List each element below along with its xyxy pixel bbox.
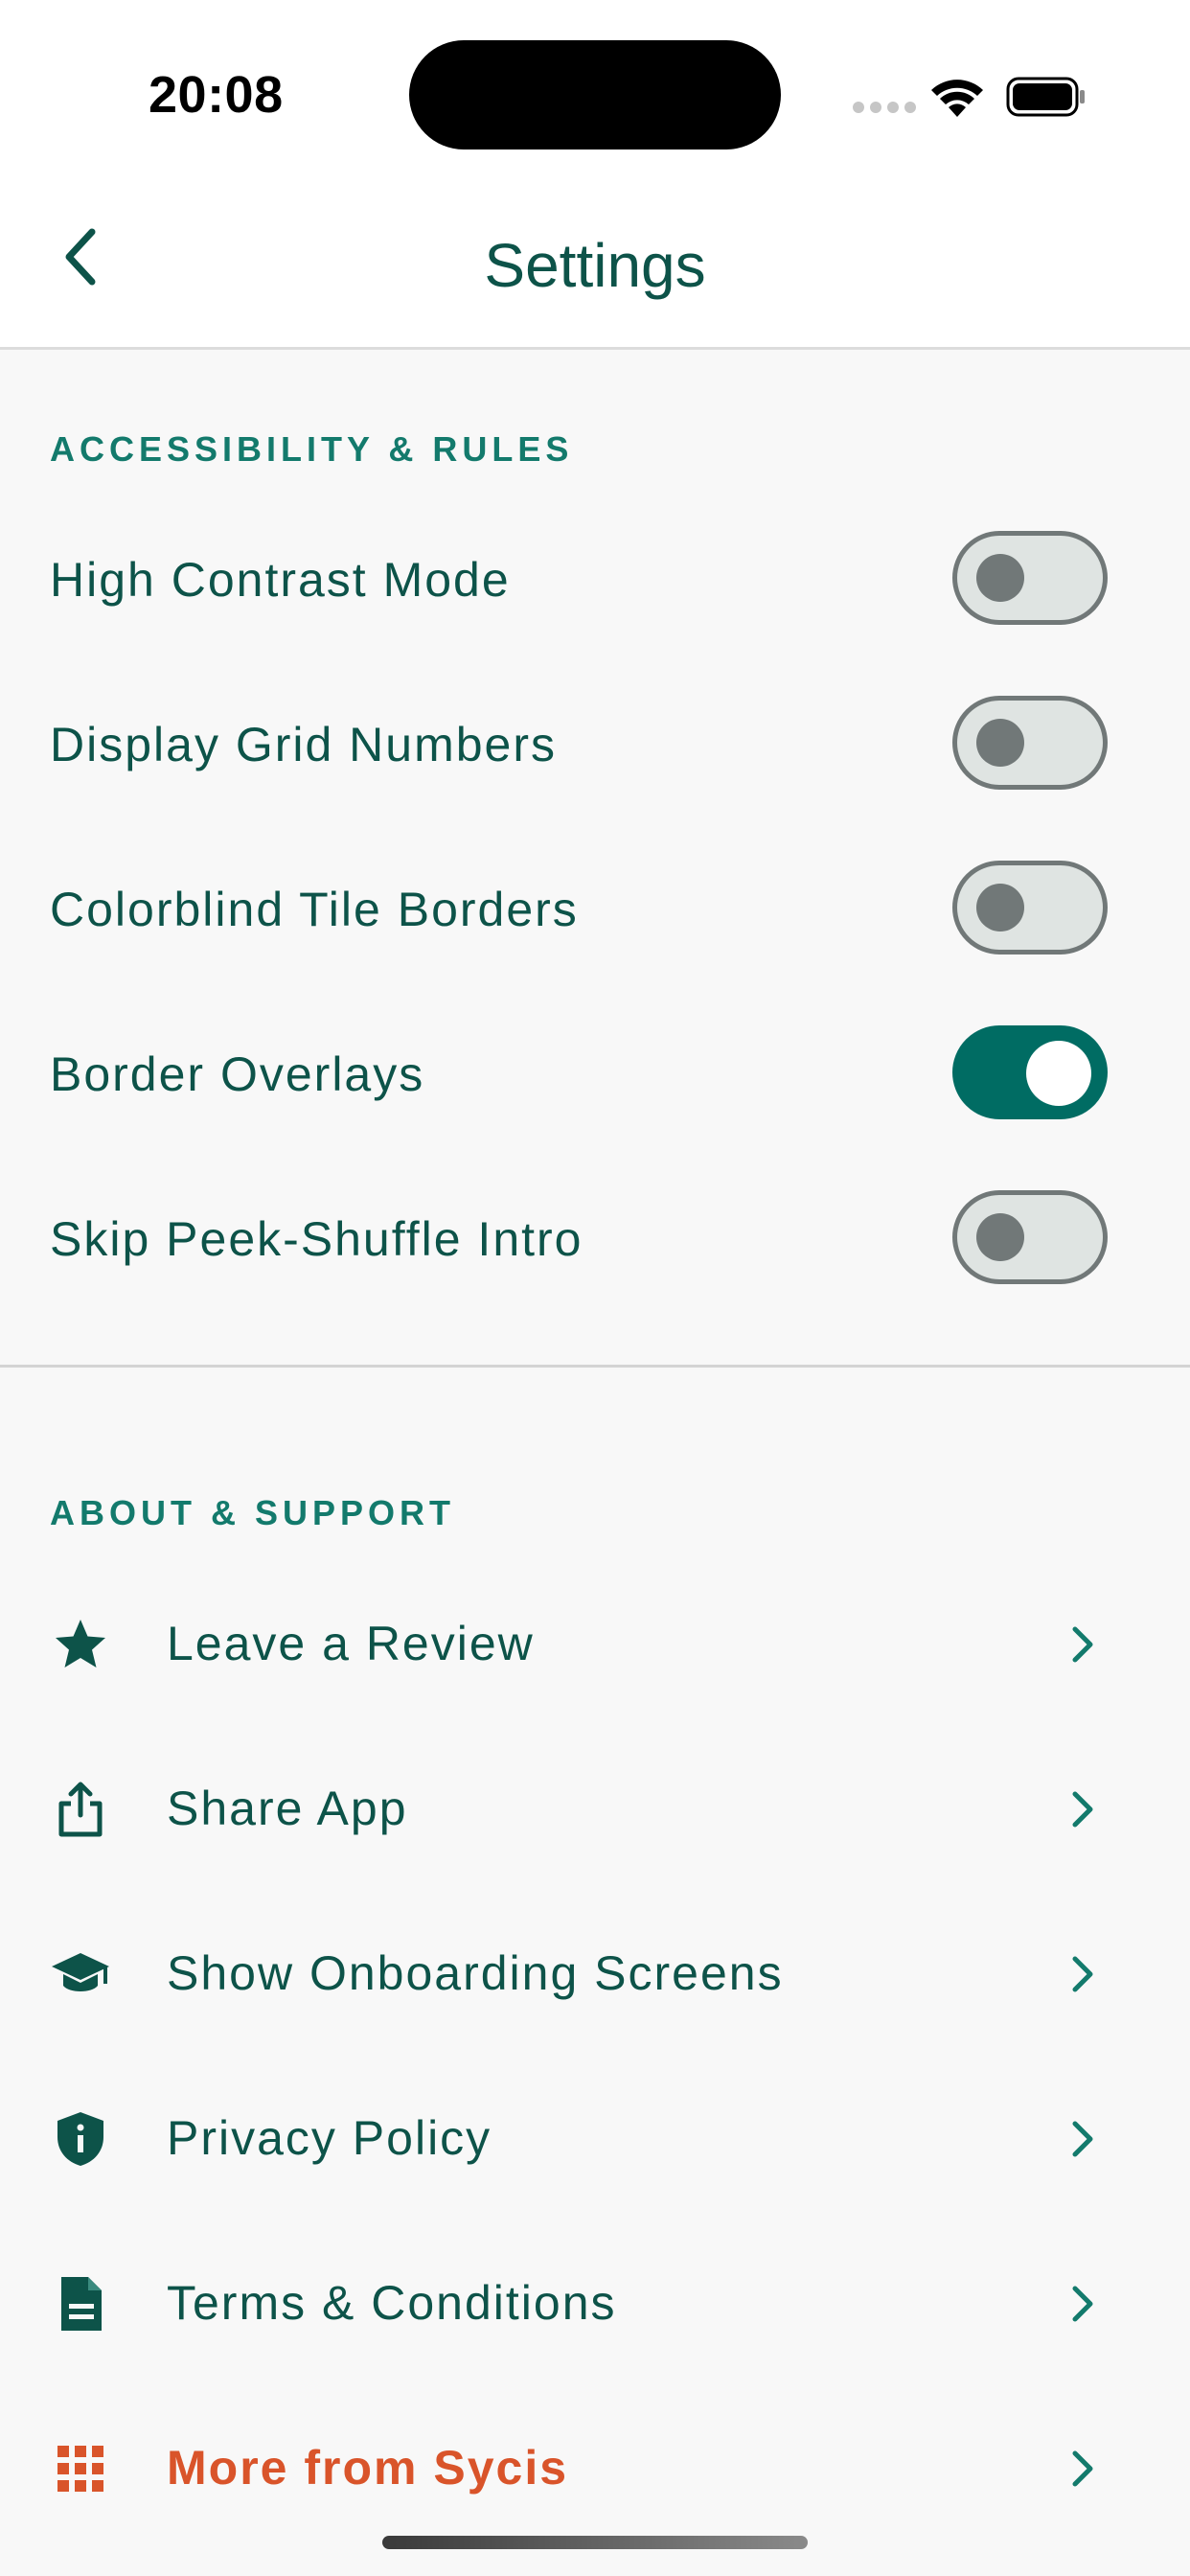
menu-item-label: Share App [167, 1782, 408, 1835]
menu-item-label: More from Sycis [167, 2441, 569, 2495]
chevron-right-icon [1072, 2450, 1093, 2487]
chevron-right-icon [1072, 1791, 1093, 1828]
toggle-label-grid-numbers: Display Grid Numbers [50, 718, 558, 771]
star-icon [56, 1620, 105, 1668]
menu-item-label: Leave a Review [167, 1617, 535, 1670]
menu-item-label: Terms & Conditions [167, 2276, 617, 2330]
cellular-signal-icon [853, 102, 916, 113]
toggle-label-high-contrast: High Contrast Mode [50, 553, 511, 607]
toggle-knob [976, 554, 1024, 602]
toggle-label-colorblind-borders: Colorblind Tile Borders [50, 883, 579, 936]
toggle-knob [976, 884, 1024, 932]
toggle-colorblind-borders[interactable] [952, 861, 1108, 954]
menu-item-label: Show Onboarding Screens [167, 1946, 784, 2000]
toggle-knob [976, 719, 1024, 767]
menu-item-privacy-policy[interactable]: Privacy Policy [0, 2070, 1190, 2204]
toggle-border-overlays[interactable] [952, 1025, 1108, 1119]
toggle-knob [1026, 1041, 1091, 1106]
menu-item-more-from-sycis[interactable]: More from Sycis [0, 2400, 1190, 2534]
toggle-knob [976, 1213, 1024, 1261]
page-title: Settings [484, 231, 706, 300]
chevron-right-icon [1072, 1626, 1093, 1663]
toggle-label-skip-intro: Skip Peek-Shuffle Intro [50, 1212, 584, 1266]
share-icon [58, 1782, 103, 1837]
home-indicator[interactable] [382, 2536, 808, 2549]
status-bar: 20:08 [0, 0, 1190, 182]
toggle-label-border-overlays: Border Overlays [50, 1047, 425, 1101]
wifi-icon [931, 80, 983, 117]
menu-item-onboarding[interactable]: Show Onboarding Screens [0, 1905, 1190, 2039]
toggle-grid-numbers[interactable] [952, 696, 1108, 790]
chevron-right-icon [1072, 2121, 1093, 2157]
graduation-cap-icon [52, 1953, 109, 1991]
toggle-skip-intro[interactable] [952, 1190, 1108, 1284]
menu-item-terms[interactable]: Terms & Conditions [0, 2235, 1190, 2369]
status-time: 20:08 [149, 66, 284, 124]
menu-item-leave-review[interactable]: Leave a Review [0, 1576, 1190, 1710]
dynamic-island [409, 40, 781, 150]
chevron-right-icon [1072, 1956, 1093, 1992]
menu-item-share-app[interactable]: Share App [0, 1740, 1190, 1874]
section-header-about: ABOUT & SUPPORT [50, 1493, 456, 1532]
apps-grid-icon [57, 2446, 103, 2492]
navigation-bar: Settings [0, 182, 1190, 350]
menu-item-label: Privacy Policy [167, 2111, 492, 2165]
shield-info-icon [57, 2112, 103, 2166]
toggle-high-contrast[interactable] [952, 531, 1108, 625]
section-header-accessibility: ACCESSIBILITY & RULES [50, 429, 574, 469]
section-divider [0, 1365, 1190, 1368]
document-icon [61, 2277, 102, 2331]
chevron-right-icon [1072, 2286, 1093, 2322]
battery-icon [1006, 77, 1085, 117]
